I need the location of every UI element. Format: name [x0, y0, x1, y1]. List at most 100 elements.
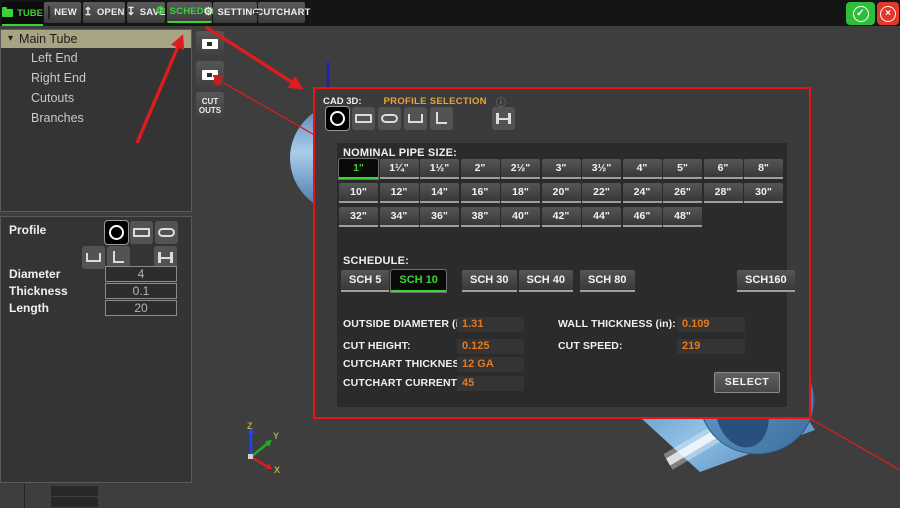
profile-rectangle-button[interactable]: [130, 221, 153, 244]
pipe-size-grid: 1"1¼"1½"2"2½"3"3½"4"5"6"8" 10"12"14"16"1…: [339, 159, 783, 227]
pipe-size-button[interactable]: 14": [420, 183, 459, 203]
dialog-profile-hbeam-button[interactable]: [492, 107, 515, 130]
profile-shape-row-1: [105, 221, 178, 244]
select-button[interactable]: SELECT: [714, 372, 780, 393]
trash-icon: [214, 77, 222, 85]
pipe-size-button[interactable]: 12": [380, 183, 419, 203]
dialog-profile-channel-button[interactable]: [404, 107, 427, 130]
pipe-size-button[interactable]: 28": [704, 183, 743, 203]
caret-down-icon: ▾: [8, 34, 13, 44]
pipe-size-button[interactable]: 26": [663, 183, 702, 203]
cutchart-current-field: 45: [457, 376, 524, 391]
pipe-size-button[interactable]: 30": [744, 183, 783, 203]
axis-y-label: Y: [273, 431, 279, 441]
pipe-size-button[interactable]: 32": [339, 207, 378, 227]
pipe-size-button[interactable]: 20": [542, 183, 581, 203]
open-button[interactable]: ↥ OPEN: [83, 2, 125, 23]
schedule-button[interactable]: SCH 40: [519, 270, 574, 292]
pipe-size-button[interactable]: 10": [339, 183, 378, 203]
dialog-profile-circle-button[interactable]: [326, 107, 349, 130]
add-cutout-button[interactable]: [196, 31, 224, 56]
pipe-size-button[interactable]: 2½": [501, 159, 540, 179]
nominal-pipe-size-label: NOMINAL PIPE SIZE:: [343, 147, 457, 159]
outside-diameter-field: 1.31: [457, 317, 524, 332]
profile-circle-button[interactable]: [105, 221, 128, 244]
pipe-size-button[interactable]: 4": [623, 159, 662, 179]
cutchart-current-label: CUTCHART CURRENT:: [343, 377, 460, 389]
schedule-group-4: SCH160: [737, 270, 795, 292]
pipe-size-button[interactable]: 46": [623, 207, 662, 227]
pipe-size-button[interactable]: 8": [744, 159, 783, 179]
cutchart-button[interactable]: CUTCHART: [258, 2, 305, 23]
close-button[interactable]: ×: [877, 2, 899, 25]
pipe-size-button[interactable]: 1¼": [380, 159, 419, 179]
tree-item-branches[interactable]: Branches: [1, 108, 191, 128]
delete-cutout-button[interactable]: [196, 61, 224, 89]
tree-root-main-tube[interactable]: ▾ Main Tube: [1, 30, 191, 48]
cutout-icon: [202, 39, 218, 49]
pipe-size-button[interactable]: 1½": [420, 159, 459, 179]
toolbar: TUBE NEW ↥ OPEN ↧ SAVE ⚙ SCHEDULE ⚙ SETT…: [0, 0, 900, 26]
tree-item-left-end[interactable]: Left End: [1, 48, 191, 68]
settings-button[interactable]: ⚙ SETTINGS: [213, 2, 257, 23]
axis-z-label: Z: [247, 421, 253, 431]
open-label: OPEN: [97, 7, 125, 18]
pipe-size-button[interactable]: 5": [663, 159, 702, 179]
tree-root-label: Main Tube: [19, 32, 77, 46]
pipe-size-button[interactable]: 38": [461, 207, 500, 227]
confirm-button[interactable]: ✓: [846, 2, 875, 25]
pipe-size-button[interactable]: 48": [663, 207, 702, 227]
new-label: NEW: [54, 7, 77, 18]
dialog-profile-oval-button[interactable]: [378, 107, 401, 130]
pipe-size-button[interactable]: 42": [542, 207, 581, 227]
schedule-button[interactable]: SCH 30: [462, 270, 517, 292]
pipe-size-button[interactable]: 1": [339, 159, 378, 179]
wall-thickness-label: WALL THICKNESS (in):: [558, 318, 676, 330]
new-button[interactable]: NEW: [44, 2, 81, 23]
schedule-button[interactable]: SCH 80: [580, 270, 635, 292]
profile-oval-button[interactable]: [155, 221, 178, 244]
pipe-size-button[interactable]: 18": [501, 183, 540, 203]
dialog-profile-rectangle-button[interactable]: [352, 107, 375, 130]
pipe-size-button[interactable]: 6": [704, 159, 743, 179]
schedule-button[interactable]: SCH160: [737, 270, 795, 292]
outside-diameter-label: OUTSIDE DIAMETER (in):: [343, 318, 472, 330]
pipe-size-button[interactable]: 3": [542, 159, 581, 179]
dialog-title: PROFILE SELECTION: [384, 96, 487, 107]
new-file-icon: [48, 6, 50, 19]
cut-height-label: CUT HEIGHT:: [343, 340, 411, 352]
schedule-button[interactable]: SCH 5: [341, 270, 389, 292]
schedule-section-label: SCHEDULE:: [343, 255, 409, 267]
pipe-size-button[interactable]: 40": [501, 207, 540, 227]
save-icon: ↧: [126, 7, 135, 18]
model-tree-panel: ▾ Main Tube Left EndRight EndCutoutsBran…: [0, 29, 192, 212]
pipe-size-button[interactable]: 16": [461, 183, 500, 203]
cutout-icon: [202, 70, 218, 80]
cutouts-button[interactable]: CUT OUTS: [196, 92, 224, 119]
thickness-input[interactable]: [105, 283, 177, 299]
cut-speed-label: CUT SPEED:: [558, 340, 623, 352]
tab-tube[interactable]: TUBE: [2, 2, 43, 26]
pipe-size-button[interactable]: 24": [623, 183, 662, 203]
pipe-size-button[interactable]: 44": [582, 207, 621, 227]
schedule-button[interactable]: SCH 10: [391, 270, 446, 292]
tree-item-list: Left EndRight EndCutoutsBranches: [1, 48, 191, 128]
pipe-size-button[interactable]: 34": [380, 207, 419, 227]
close-icon: ×: [880, 6, 896, 22]
axis-x-label: X: [274, 465, 280, 475]
schedule-group-3: SCH 80: [580, 270, 635, 292]
length-input[interactable]: [105, 300, 177, 316]
cut-speed-field: 219: [677, 339, 745, 354]
pipe-size-button[interactable]: 22": [582, 183, 621, 203]
pipe-size-button[interactable]: 2": [461, 159, 500, 179]
pipe-size-button[interactable]: 36": [420, 207, 459, 227]
pipe-size-button[interactable]: 3½": [582, 159, 621, 179]
tree-item-cutouts[interactable]: Cutouts: [1, 88, 191, 108]
dialog-profile-angle-button[interactable]: [430, 107, 453, 130]
diameter-input[interactable]: [105, 266, 177, 282]
gear-icon: ⚙: [156, 6, 166, 17]
diameter-label: Diameter: [9, 267, 60, 281]
gear-icon: ⚙: [203, 7, 213, 18]
tree-item-right-end[interactable]: Right End: [1, 68, 191, 88]
dialog-title-prefix: CAD 3D:: [323, 96, 362, 107]
